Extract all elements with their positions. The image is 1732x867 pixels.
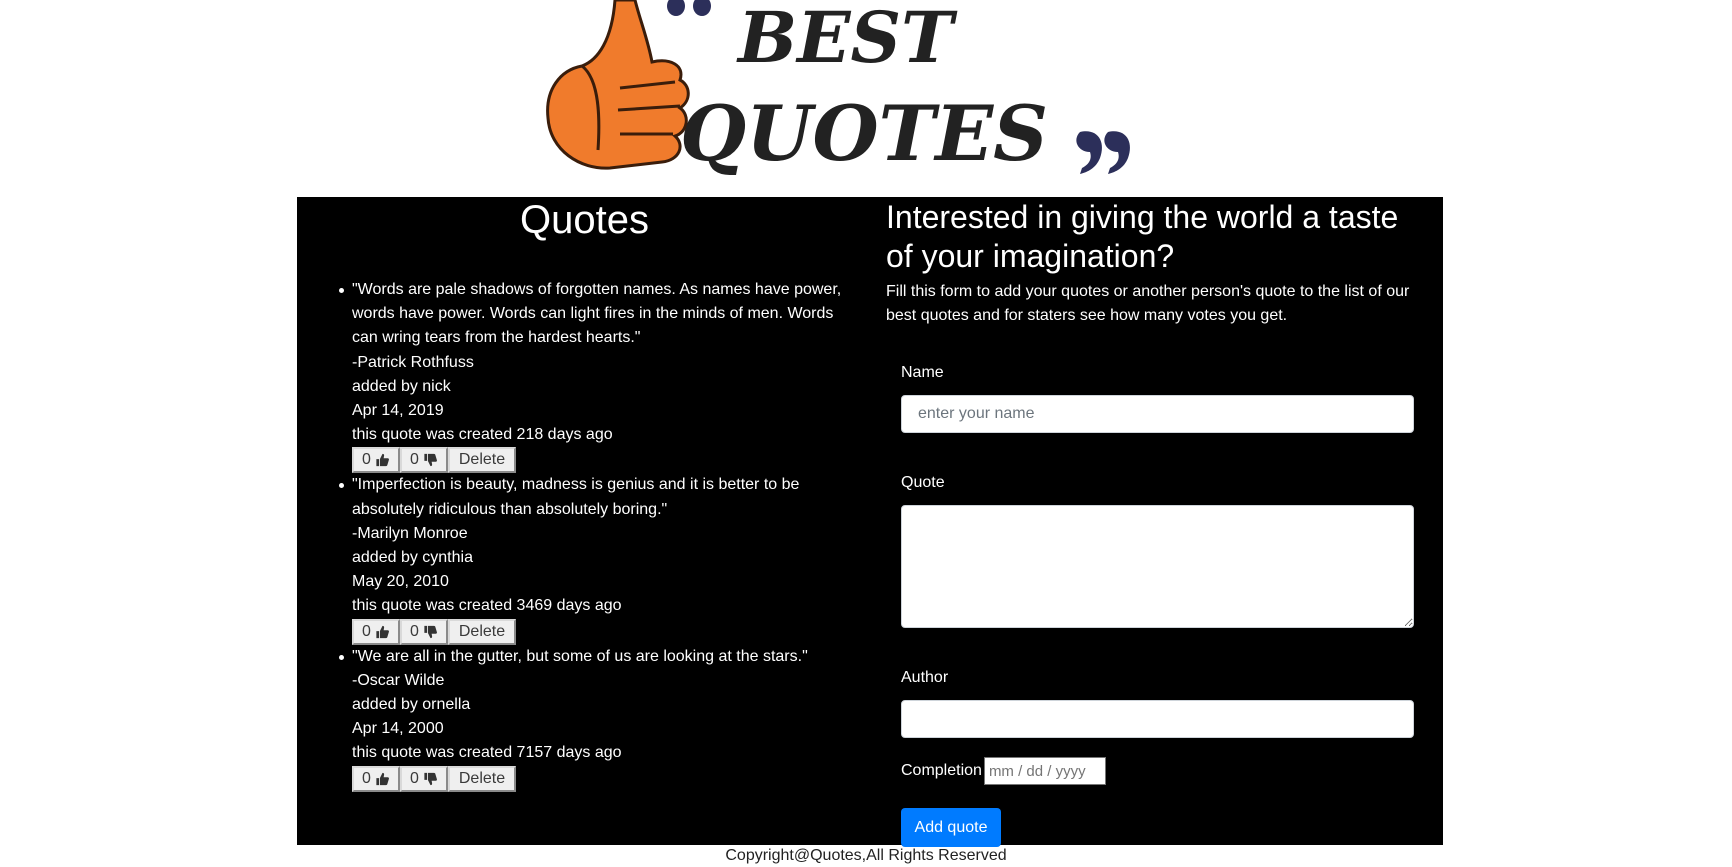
upvote-button[interactable]: 0 — [352, 618, 400, 645]
quote-date: Apr 14, 2019 — [352, 402, 444, 420]
upvote-button[interactable]: 0 — [352, 765, 400, 792]
completion-date-input[interactable]: mm / dd / yyyy — [983, 757, 1106, 785]
best-quotes-logo: BEST QUOTES — [540, 0, 1140, 192]
name-input[interactable] — [901, 395, 1414, 433]
thumbs-up-icon — [376, 454, 389, 467]
quote-created-ago: this quote was created 7157 days ago — [352, 744, 622, 762]
author-input[interactable] — [901, 700, 1414, 738]
upvote-count: 0 — [362, 622, 371, 640]
delete-button[interactable]: Delete — [448, 765, 516, 792]
quote-author: -Patrick Rothfuss — [352, 353, 474, 371]
quote-text-line: absolutely ridiculous than absolutely bo… — [352, 500, 668, 518]
close-quote-mark — [1076, 131, 1130, 174]
downvote-count: 0 — [410, 622, 419, 640]
quote-text-line: words have power. Words can light fires … — [352, 305, 834, 323]
downvote-count: 0 — [410, 769, 419, 787]
quote-text-line: "We are all in the gutter, but some of u… — [352, 647, 808, 665]
completion-row: Completion mm / dd / yyyy — [901, 757, 1106, 785]
quote-item: "Words are pale shadows of forgotten nam… — [339, 278, 862, 474]
thumbs-down-icon — [424, 772, 437, 785]
quote-textarea[interactable] — [901, 505, 1414, 628]
quote-author: -Marilyn Monroe — [352, 524, 468, 542]
form-heading: Interested in giving the world a taste o… — [886, 199, 1399, 274]
quote-added-by: added by nick — [352, 377, 451, 395]
quote-item: "We are all in the gutter, but some of u… — [339, 645, 862, 792]
quotes-title: Quotes — [520, 198, 649, 242]
downvote-button[interactable]: 0 — [400, 618, 448, 645]
quote-text-line: "Words are pale shadows of forgotten nam… — [352, 281, 842, 298]
date-placeholder: mm / dd / yyyy — [988, 762, 1086, 780]
logo-graphic: BEST QUOTES — [546, 0, 1130, 178]
delete-button[interactable]: Delete — [448, 618, 516, 645]
quote-date: Apr 14, 2000 — [352, 720, 444, 738]
downvote-button[interactable]: 0 — [400, 447, 448, 474]
logo-text-quotes: QUOTES — [680, 89, 1048, 178]
add-quote-button[interactable]: Add quote — [901, 808, 1001, 847]
vote-controls: 0 0 Delete — [352, 765, 862, 792]
thumbs-down-icon — [424, 625, 437, 638]
upvote-count: 0 — [362, 769, 371, 787]
quote-text-line: "Imperfection is beauty, madness is geni… — [352, 476, 800, 494]
open-quote-mark — [667, 0, 711, 16]
quote-text-line: can wring tears from the hardest hearts.… — [352, 329, 641, 347]
quote-date: May 20, 2010 — [352, 573, 449, 591]
downvote-button[interactable]: 0 — [400, 765, 448, 792]
quote-label: Quote — [901, 474, 945, 491]
quote-created-ago: this quote was created 218 days ago — [352, 426, 613, 444]
quote-author: -Oscar Wilde — [352, 671, 445, 689]
quote-created-ago: this quote was created 3469 days ago — [352, 597, 622, 615]
delete-button[interactable]: Delete — [448, 447, 516, 474]
completion-label: Completion — [901, 762, 982, 779]
logo-text-best: BEST — [736, 0, 958, 79]
main-panel: Quotes "Words are pale shadows of forgot… — [297, 197, 1443, 847]
thumbs-down-icon — [424, 454, 437, 467]
vote-controls: 0 0 Delete — [352, 447, 862, 474]
upvote-button[interactable]: 0 — [352, 447, 400, 474]
form-description: Fill this form to add your quotes or ano… — [886, 283, 1410, 324]
quote-item: "Imperfection is beauty, madness is geni… — [339, 473, 862, 645]
thumbs-up-icon — [376, 772, 389, 785]
quote-list: "Words are pale shadows of forgotten nam… — [339, 278, 862, 792]
quote-added-by: added by cynthia — [352, 549, 473, 567]
downvote-count: 0 — [410, 451, 419, 469]
thumbs-up-icon — [546, 0, 690, 170]
thumbs-up-icon — [376, 625, 389, 638]
footer-copyright: Copyright@Quotes,All Rights Reserved — [725, 847, 1007, 864]
quote-added-by: added by ornella — [352, 696, 471, 714]
upvote-count: 0 — [362, 451, 371, 469]
vote-controls: 0 0 Delete — [352, 618, 862, 645]
author-label: Author — [901, 669, 949, 686]
name-label: Name — [901, 364, 944, 381]
